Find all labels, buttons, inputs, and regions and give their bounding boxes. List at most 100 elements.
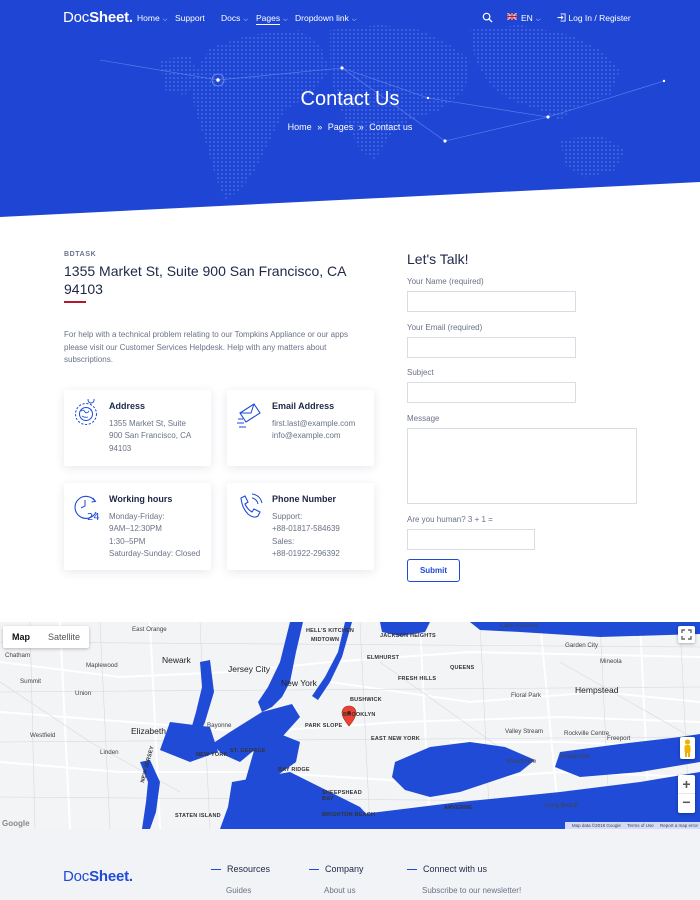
svg-text:24: 24 xyxy=(87,512,100,522)
map-label: ST. GEORGE xyxy=(230,748,266,754)
card-title: Phone Number xyxy=(272,494,337,504)
footer-link-newsletter[interactable]: Subscribe to our newsletter! xyxy=(422,886,521,895)
phone-card: Phone Number Support: +88-01817-584639 S… xyxy=(227,483,374,570)
card-line: Monday-Friday: xyxy=(109,512,165,521)
zoom-controls: + − xyxy=(678,775,695,813)
map-label: Lake Success xyxy=(500,622,539,629)
name-label: Your Name (required) xyxy=(407,277,484,286)
map-label: Freeport xyxy=(607,735,631,742)
globe-location-icon xyxy=(75,399,97,425)
submit-button[interactable]: Submit xyxy=(407,559,460,582)
page-title: Contact Us xyxy=(300,88,400,110)
email-field[interactable] xyxy=(407,337,576,358)
login-icon xyxy=(557,13,566,22)
nav-item-label: Support xyxy=(175,13,205,23)
card-line: 900 San Francisco, CA xyxy=(109,431,192,441)
human-check-field[interactable] xyxy=(407,529,535,550)
nav-item-home[interactable]: Home ⌵ xyxy=(137,13,167,24)
map-label: Rockville Centre xyxy=(564,730,610,737)
card-lines: first.last@example.com info@example.com xyxy=(272,418,355,443)
language-selector[interactable]: EN ⌵ xyxy=(521,13,540,24)
map-label: QUEENS xyxy=(450,665,475,671)
site-footer: DocSheet. Resources Guides Company About… xyxy=(0,829,700,900)
terms-link[interactable]: Terms of Use xyxy=(627,823,654,828)
phone-link[interactable]: +88-01817-584639 xyxy=(272,523,340,535)
breadcrumb-current: Contact us xyxy=(369,122,413,132)
phone-link[interactable]: +88-01922-296392 xyxy=(272,548,340,560)
email-card: Email Address first.last@example.com inf… xyxy=(227,390,374,466)
login-register-link[interactable]: Log In / Register xyxy=(557,13,631,23)
footer-heading-connect: Connect with us xyxy=(407,864,487,874)
message-label: Message xyxy=(407,414,440,423)
card-lines: Monday-Friday: 9AM–12:30PM 1:30–5PM Satu… xyxy=(109,511,200,560)
footer-link-guides[interactable]: Guides xyxy=(226,886,251,895)
map-label: BROOKLYN xyxy=(343,712,376,718)
nav-item-support[interactable]: Support xyxy=(175,13,205,23)
map-tab-satellite[interactable]: Satellite xyxy=(39,626,89,648)
map-label: EAST NEW YORK xyxy=(371,736,420,742)
breadcrumb-separator: » xyxy=(317,122,323,132)
report-error-link[interactable]: Report a map error xyxy=(660,823,698,828)
map-label: New York xyxy=(281,678,317,688)
clock-24-icon: 24 xyxy=(74,495,100,522)
name-field[interactable] xyxy=(407,291,576,312)
fullscreen-button[interactable] xyxy=(678,626,695,643)
phone-icon xyxy=(240,493,263,518)
google-logo[interactable]: Google xyxy=(2,819,30,828)
map-label: Bayonne xyxy=(207,722,232,729)
email-link[interactable]: info@example.com xyxy=(272,430,355,442)
envelope-icon xyxy=(237,403,261,428)
search-icon[interactable] xyxy=(482,12,493,23)
nav-item-dropdown-link[interactable]: Dropdown link ⌵ xyxy=(295,13,356,24)
card-line: 1:30–5PM xyxy=(109,536,146,546)
map-label: Valley Stream xyxy=(505,728,544,735)
map-attribution: Map data ©2018 Google Terms of Use Repor… xyxy=(564,822,700,829)
map-label: FRESH HILLS xyxy=(398,676,437,682)
zoom-out-button[interactable]: − xyxy=(678,794,695,812)
street-view-pegman[interactable] xyxy=(680,737,695,759)
chevron-down-icon: ⌵ xyxy=(351,17,357,23)
map-label: SHEEPSHEAD BAY xyxy=(322,790,362,802)
map-label: STATEN ISLAND xyxy=(175,813,221,819)
map-tab-map[interactable]: Map xyxy=(3,626,39,648)
message-field[interactable] xyxy=(407,428,637,504)
breadcrumb: Home » Pages » Contact us xyxy=(0,122,700,132)
footer-link-about-us[interactable]: About us xyxy=(324,886,356,895)
map-label: Woodmere xyxy=(506,758,537,765)
nav-item-label: Docs xyxy=(221,13,241,23)
breadcrumb-home[interactable]: Home xyxy=(288,122,312,132)
logo-suffix: Sheet. xyxy=(89,868,133,885)
form-heading: Let's Talk! xyxy=(407,251,469,267)
map-label: Westfield xyxy=(30,732,56,739)
map-label: Summit xyxy=(20,678,41,685)
card-line: Saturday-Sunday: Closed xyxy=(109,548,201,558)
card-title: Email Address xyxy=(272,401,335,411)
chevron-down-icon: ⌵ xyxy=(162,17,168,23)
nav-item-label: Home xyxy=(137,13,160,23)
google-map[interactable]: Map Satellite East Orange HELL'S KITCHEN… xyxy=(0,622,700,829)
email-link[interactable]: first.last@example.com xyxy=(272,418,355,430)
breadcrumb-separator: » xyxy=(358,122,364,132)
breadcrumb-pages[interactable]: Pages xyxy=(328,122,354,132)
nav-item-docs[interactable]: Docs ⌵ xyxy=(221,13,248,24)
chevron-down-icon: ⌵ xyxy=(535,17,541,23)
map-label: Floral Park xyxy=(511,692,541,699)
footer-heading-company: Company xyxy=(309,864,364,874)
card-line: 94103 xyxy=(109,443,132,453)
subject-field[interactable] xyxy=(407,382,576,403)
chevron-down-icon: ⌵ xyxy=(283,17,288,23)
card-lines: 1355 Market St, Suite 900 San Francisco,… xyxy=(109,418,191,455)
zoom-in-button[interactable]: + xyxy=(678,775,695,794)
site-logo[interactable]: DocSheet. xyxy=(63,9,133,26)
card-line: Support: xyxy=(272,512,303,521)
logo-prefix: Doc xyxy=(63,9,90,26)
pegman-icon xyxy=(684,739,691,757)
uk-flag-icon xyxy=(507,13,517,20)
human-check-label: Are you human? 3 + 1 = xyxy=(407,515,493,524)
map-label: BAY RIDGE xyxy=(278,767,310,773)
map-label: Hempstead xyxy=(575,685,619,695)
footer-logo[interactable]: DocSheet. xyxy=(63,868,133,885)
card-line: 9AM–12:30PM xyxy=(109,524,162,534)
nav-item-pages[interactable]: Pages ⌵ xyxy=(256,13,288,25)
address-card: Address 1355 Market St, Suite 900 San Fr… xyxy=(64,390,211,466)
